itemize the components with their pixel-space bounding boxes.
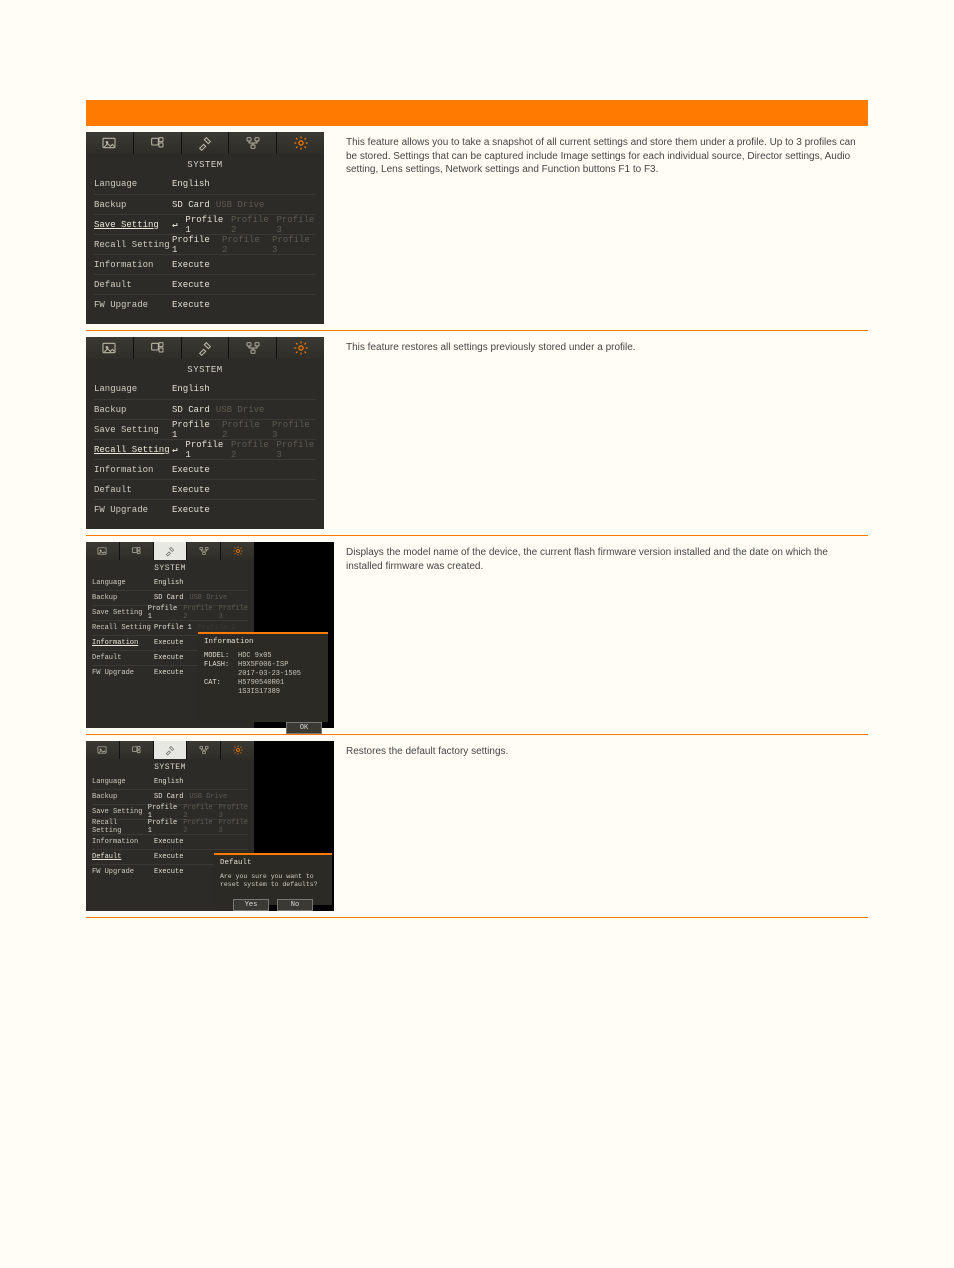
menu-row-backup[interactable]: Backup SD Card USB Drive — [94, 399, 316, 419]
section-divider — [86, 100, 868, 126]
menu-row-save[interactable]: Save SettingProfile 1Profile 2Profile 3 — [92, 804, 248, 819]
menu-label: Recall Setting — [94, 240, 172, 250]
ok-button[interactable]: OK — [286, 722, 322, 734]
desc-default: Restores the default factory settings. — [334, 741, 868, 759]
menu-row-save[interactable]: Save Setting ↵ Profile 1 Profile 2 Profi… — [94, 214, 316, 234]
popup-default: Default Are you sure you want to reset s… — [214, 853, 332, 905]
tab-director-icon[interactable] — [120, 542, 154, 560]
tab-tools-icon[interactable] — [154, 542, 188, 560]
no-button[interactable]: No — [277, 899, 313, 911]
row-divider — [86, 917, 868, 918]
tab-image-icon[interactable] — [86, 741, 120, 759]
menu-row-language[interactable]: LanguageEnglish — [92, 774, 248, 789]
popup-information: Information MODEL:HDC 9x05 FLASH:H9X5F00… — [198, 632, 328, 722]
tab-system-icon[interactable] — [277, 337, 324, 359]
tab-image-icon[interactable] — [86, 542, 120, 560]
osd-title: SYSTEM — [86, 359, 324, 379]
yes-button[interactable]: Yes — [233, 899, 269, 911]
tab-network-icon[interactable] — [229, 337, 277, 359]
menu-row-information[interactable]: InformationExecute — [92, 834, 248, 849]
tab-director-icon[interactable] — [134, 132, 182, 154]
enter-arrow-icon: ↵ — [172, 220, 177, 230]
osd-title: SYSTEM — [86, 154, 324, 174]
popup-title: Default — [220, 859, 326, 867]
tab-tools-icon[interactable] — [182, 337, 230, 359]
menu-row-recall[interactable]: Recall SettingProfile 1Profile 2Profile … — [92, 819, 248, 834]
osd-screenshot-save: SYSTEM Language English Backup SD Card U… — [86, 132, 324, 324]
menu-label: Save Setting — [94, 220, 172, 230]
popup-message: Are you sure you want to reset system to… — [220, 873, 326, 889]
tab-director-icon[interactable] — [134, 337, 182, 359]
tab-director-icon[interactable] — [120, 741, 154, 759]
menu-row-information[interactable]: Information Execute — [94, 254, 316, 274]
menu-row-save[interactable]: Save Setting Profile 1 Profile 2 Profile… — [94, 419, 316, 439]
tab-network-icon[interactable] — [187, 741, 221, 759]
menu-row-backup[interactable]: BackupSD CardUSB Drive — [92, 590, 248, 605]
menu-label: Default — [94, 280, 172, 290]
osd-screenshot-recall: SYSTEM Language English Backup SD Card U… — [86, 337, 324, 529]
menu-row-save[interactable]: Save SettingProfile 1Profile 2Profile 3 — [92, 605, 248, 620]
menu-row-default[interactable]: Default Execute — [94, 479, 316, 499]
menu-row-fw[interactable]: FW Upgrade Execute — [94, 294, 316, 314]
tab-system-icon[interactable] — [221, 741, 254, 759]
menu-row-backup[interactable]: Backup SD Card USB Drive — [94, 194, 316, 214]
tab-tools-icon[interactable] — [154, 741, 188, 759]
tab-image-icon[interactable] — [86, 337, 134, 359]
row-divider — [86, 330, 868, 331]
tab-tools-icon[interactable] — [182, 132, 230, 154]
tab-system-icon[interactable] — [221, 542, 254, 560]
menu-row-default[interactable]: Default Execute — [94, 274, 316, 294]
menu-row-recall[interactable]: Recall Setting ↵ Profile 1 Profile 2 Pro… — [94, 439, 316, 459]
menu-label: Language — [94, 179, 172, 189]
tab-system-icon[interactable] — [277, 132, 324, 154]
desc-info: Displays the model name of the device, t… — [334, 542, 868, 573]
menu-row-fw[interactable]: FW Upgrade Execute — [94, 499, 316, 519]
menu-row-backup[interactable]: BackupSD CardUSB Drive — [92, 789, 248, 804]
menu-row-information[interactable]: Information Execute — [94, 459, 316, 479]
osd-screenshot-default: SYSTEM LanguageEnglish BackupSD CardUSB … — [86, 741, 254, 911]
desc-save: This feature allows you to take a snapsh… — [334, 132, 868, 177]
enter-arrow-icon: ↵ — [172, 445, 177, 455]
menu-label: Information — [94, 260, 172, 270]
menu-row-recall[interactable]: Recall Setting Profile 1 Profile 2 Profi… — [94, 234, 316, 254]
tab-network-icon[interactable] — [229, 132, 277, 154]
tab-image-icon[interactable] — [86, 132, 134, 154]
desc-recall: This feature restores all settings previ… — [334, 337, 868, 355]
menu-row-language[interactable]: Language English — [94, 379, 316, 399]
menu-row-language[interactable]: Language English — [94, 174, 316, 194]
row-divider — [86, 734, 868, 735]
tab-network-icon[interactable] — [187, 542, 221, 560]
row-divider — [86, 535, 868, 536]
menu-label: FW Upgrade — [94, 300, 172, 310]
osd-screenshot-info: SYSTEM LanguageEnglish BackupSD CardUSB … — [86, 542, 254, 728]
menu-row-language[interactable]: LanguageEnglish — [92, 575, 248, 590]
popup-title: Information — [204, 638, 322, 646]
menu-label: Backup — [94, 200, 172, 210]
